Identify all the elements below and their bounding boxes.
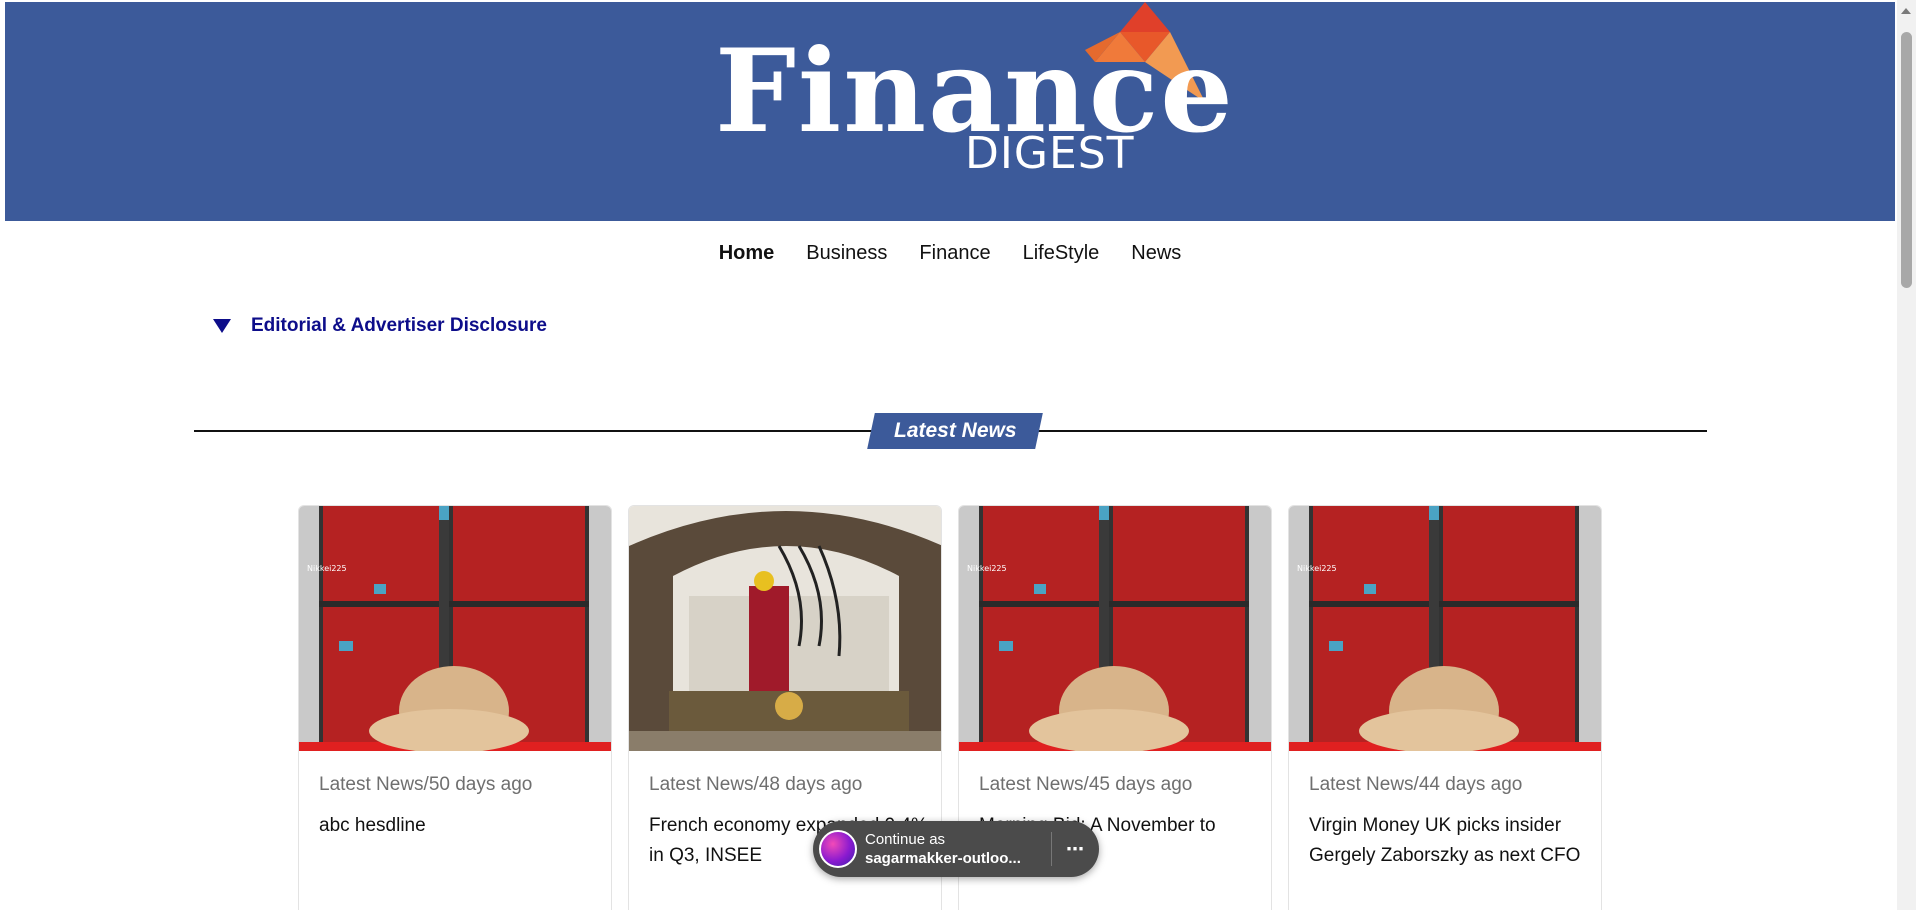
nav-item-home[interactable]: Home — [703, 242, 791, 265]
section-title-badge: Latest News — [867, 413, 1043, 449]
nav-item-lifestyle[interactable]: LifeStyle — [1007, 242, 1116, 265]
popup-divider — [1051, 832, 1052, 866]
scroll-up-icon[interactable] — [1901, 8, 1911, 14]
card-image: Nikkei225 — [1289, 506, 1601, 751]
card-meta: Latest News/48 days ago — [649, 774, 863, 795]
card-meta: Latest News/44 days ago — [1309, 774, 1523, 795]
disclosure-toggle[interactable]: Editorial & Advertiser Disclosure — [213, 315, 547, 337]
svg-text:Nikkei225: Nikkei225 — [307, 564, 347, 573]
continue-as-popup[interactable]: Continue as sagarmakker-outloo... ⋯ — [813, 821, 1099, 877]
svg-text:Nikkei225: Nikkei225 — [1297, 564, 1337, 573]
nav-item-news[interactable]: News — [1115, 242, 1197, 265]
svg-text:Nikkei225: Nikkei225 — [967, 564, 1007, 573]
site-header: Finance DIGEST — [5, 2, 1895, 221]
disclosure-label: Editorial & Advertiser Disclosure — [251, 315, 548, 336]
news-card[interactable]: Nikkei225 Latest News/44 days ago Virgin… — [1288, 505, 1602, 910]
more-options-icon[interactable]: ⋯ — [1066, 839, 1085, 860]
nav-item-finance[interactable]: Finance — [903, 242, 1006, 265]
page: Finance DIGEST Home Business Finance Lif… — [5, 2, 1895, 910]
avatar — [819, 830, 857, 868]
card-title[interactable]: Virgin Money UK picks insider Gergely Za… — [1309, 811, 1589, 871]
account-name: sagarmakker-outloo... — [865, 850, 1021, 867]
triangle-down-icon — [213, 319, 231, 333]
news-card[interactable]: Nikkei225 Latest News/50 days ago abc he… — [298, 505, 612, 910]
continue-as-text: Continue as sagarmakker-outloo... — [865, 830, 1043, 868]
card-meta: Latest News/45 days ago — [979, 774, 1193, 795]
section-title: Latest News — [893, 419, 1017, 442]
card-meta: Latest News/50 days ago — [319, 774, 533, 795]
logo-subtitle: DIGEST — [965, 128, 1135, 179]
card-title[interactable]: abc hesdline — [319, 811, 599, 841]
continue-as-label: Continue as — [865, 831, 946, 848]
site-logo[interactable]: Finance DIGEST — [715, 2, 1233, 192]
card-image: Nikkei225 — [299, 506, 611, 751]
scrollbar-thumb[interactable] — [1901, 32, 1912, 288]
card-image — [629, 506, 941, 751]
nav-item-business[interactable]: Business — [790, 242, 903, 265]
main-nav: Home Business Finance LifeStyle News — [5, 242, 1895, 265]
card-image: Nikkei225 — [959, 506, 1271, 751]
